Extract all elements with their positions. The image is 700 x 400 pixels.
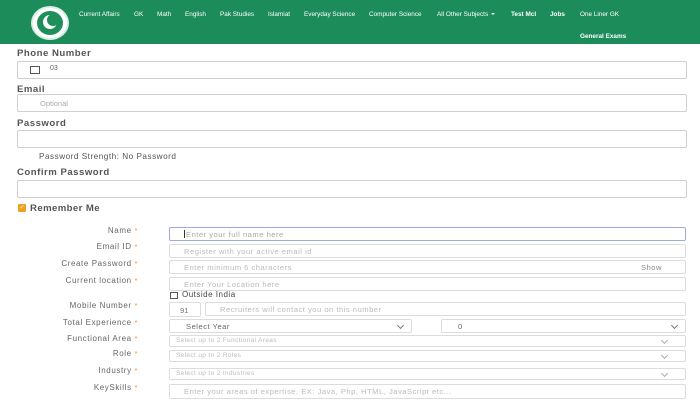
experience-year-select[interactable]: Select Year: [169, 319, 412, 333]
industry-label: Industry *: [98, 366, 138, 375]
location-input[interactable]: Enter Your Location here: [169, 277, 686, 291]
functional-area-label: Functional Area *: [67, 334, 138, 343]
required-mark: *: [134, 228, 138, 235]
confirm-password-label: Confirm Password: [17, 167, 110, 178]
outside-india-checkbox[interactable]: [170, 292, 178, 299]
remember-me-label: Remember Me: [30, 203, 100, 214]
chevron-down-icon: [660, 336, 669, 345]
show-password-toggle[interactable]: Show: [641, 263, 662, 272]
logo-emblem-icon: [37, 11, 63, 35]
experience-month-value: 0: [458, 322, 463, 331]
name-label-text: Name: [107, 226, 132, 235]
required-mark: *: [134, 261, 138, 268]
role-select[interactable]: Select up to 2 Roles: [169, 350, 686, 362]
nav-math[interactable]: Math: [157, 11, 171, 18]
nav-jobs[interactable]: Jobs: [550, 11, 565, 18]
keyskills-input[interactable]: Enter your areas of expertise. EX: Java,…: [169, 384, 686, 399]
required-mark: *: [134, 368, 138, 375]
required-mark: *: [134, 244, 138, 251]
phone-prefix: 03: [50, 65, 58, 72]
phone-label: Phone Number: [17, 48, 92, 59]
top-navbar: Current Affairs GK Math English Pak Stud…: [0, 0, 700, 44]
password-label: Password: [17, 118, 67, 129]
email-input[interactable]: Optional: [17, 94, 687, 112]
nav-test-mcl[interactable]: Test Mcl: [511, 11, 536, 18]
required-mark: *: [134, 385, 138, 392]
chevron-down-icon: [660, 351, 669, 360]
nav-current-affairs[interactable]: Current Affairs: [79, 11, 120, 18]
chevron-down-icon: [396, 321, 405, 330]
create-password-label-text: Create Password: [61, 259, 132, 268]
nav-one-liner-gk[interactable]: One Liner GK: [580, 11, 619, 18]
functional-area-label-text: Functional Area: [67, 334, 132, 343]
mobile-input[interactable]: Recruiters will contact you on this numb…: [205, 302, 686, 316]
caret-down-icon: [491, 13, 496, 16]
keyskills-label: KeySkills *: [94, 383, 138, 392]
experience-label: Total Experience *: [63, 318, 138, 327]
phone-input[interactable]: [17, 61, 687, 79]
create-password-label: Create Password *: [61, 259, 138, 268]
role-placeholder: Select up to 2 Roles: [176, 352, 242, 359]
mobile-label-text: Mobile Number: [69, 301, 132, 310]
required-mark: *: [134, 303, 138, 310]
email-id-input[interactable]: Register with your active email id: [169, 244, 686, 258]
name-label: Name *: [108, 226, 138, 235]
name-placeholder: Enter your full name here: [186, 230, 284, 239]
nav-all-other-subjects[interactable]: All Other Subjects: [437, 11, 496, 18]
required-mark: *: [134, 320, 138, 327]
nav-gk[interactable]: GK: [134, 11, 143, 18]
site-logo[interactable]: [31, 6, 69, 40]
industry-placeholder: Select up to 2 Industries: [176, 370, 255, 377]
role-label: Role *: [113, 349, 138, 358]
location-label-text: Current location: [65, 276, 132, 285]
role-label-text: Role: [112, 349, 132, 358]
email-id-label-text: Email ID: [96, 242, 132, 251]
email-id-label: Email ID *: [97, 242, 138, 251]
required-mark: *: [134, 278, 138, 285]
chevron-down-icon: [660, 369, 669, 378]
experience-month-select[interactable]: 0: [441, 319, 686, 333]
country-code-input[interactable]: 91: [169, 302, 201, 317]
location-label: Current location *: [66, 276, 138, 285]
functional-area-select[interactable]: Select up to 2 Functional Areas: [169, 335, 686, 347]
nav-everyday-science[interactable]: Everyday Science: [304, 11, 355, 18]
nav-pak-studies[interactable]: Pak Studies: [220, 11, 254, 18]
nav-general-exams[interactable]: General Exams: [580, 33, 626, 40]
outside-india-label: Outside India: [182, 290, 236, 299]
required-mark: *: [134, 351, 138, 358]
create-password-input[interactable]: Enter minimum 6 characters: [169, 260, 686, 274]
experience-label-text: Total Experience: [62, 318, 132, 327]
remember-me-checkbox[interactable]: ✓: [18, 204, 26, 212]
industry-select[interactable]: Select up to 2 Industries: [169, 368, 686, 380]
functional-area-placeholder: Select up to 2 Functional Areas: [176, 337, 277, 344]
nav-computer-science[interactable]: Computer Science: [369, 11, 422, 18]
nav-all-other-subjects-label: All Other Subjects: [437, 11, 489, 18]
confirm-password-input[interactable]: [17, 180, 687, 198]
experience-year-value: Select Year: [186, 322, 230, 331]
required-mark: *: [134, 336, 138, 343]
nav-english[interactable]: English: [185, 11, 206, 18]
keyskills-label-text: KeySkills: [93, 383, 132, 392]
chevron-down-icon: [670, 321, 679, 330]
password-strength: Password Strength: No Password: [39, 152, 177, 161]
industry-label-text: Industry: [98, 366, 132, 375]
nav-islamiat[interactable]: Islamiat: [268, 11, 290, 18]
mobile-label: Mobile Number *: [70, 301, 138, 310]
country-flag-icon[interactable]: [30, 66, 40, 74]
password-input[interactable]: [17, 130, 687, 148]
name-input[interactable]: Enter your full name here: [169, 227, 686, 241]
text-cursor: [184, 230, 185, 238]
